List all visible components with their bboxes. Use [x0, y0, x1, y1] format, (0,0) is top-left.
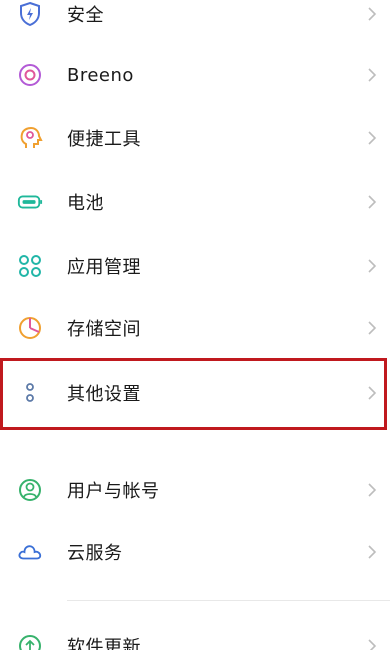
chevron-right-icon — [366, 481, 378, 499]
settings-item-label: 存储空间 — [67, 319, 141, 340]
chevron-right-icon — [366, 384, 378, 402]
settings-item-label: Breeno — [67, 64, 134, 86]
head-tools-icon — [17, 125, 43, 151]
settings-item-label: 便捷工具 — [67, 129, 141, 150]
chevron-right-icon — [366, 257, 378, 275]
settings-item-other[interactable]: 其他设置 — [0, 365, 390, 421]
settings-item-label: 软件更新 — [67, 637, 141, 650]
battery-icon — [17, 189, 43, 215]
app-grid-icon — [17, 253, 43, 279]
user-account-icon — [17, 477, 43, 503]
chevron-right-icon — [366, 637, 378, 650]
chevron-right-icon — [366, 129, 378, 147]
settings-item-label: 其他设置 — [67, 384, 141, 405]
cloud-icon — [17, 539, 43, 565]
breeno-ring-icon — [17, 62, 43, 88]
chevron-right-icon — [366, 319, 378, 337]
settings-screen: 安全 Breeno 便捷工具 电池 应用管理 存储空间 其他设置 用户与帐号 云… — [0, 0, 390, 650]
settings-item-cloud[interactable]: 云服务 — [0, 524, 390, 580]
settings-item-label: 云服务 — [67, 543, 123, 564]
settings-item-label: 用户与帐号 — [67, 481, 160, 502]
settings-item-security[interactable]: 安全 — [0, 0, 390, 42]
more-dots-icon — [17, 380, 43, 406]
chevron-right-icon — [366, 5, 378, 23]
update-arrow-icon — [17, 633, 43, 650]
settings-item-label: 安全 — [67, 5, 104, 26]
section-divider — [67, 600, 390, 601]
pie-storage-icon — [17, 315, 43, 341]
chevron-right-icon — [366, 543, 378, 561]
settings-item-battery[interactable]: 电池 — [0, 174, 390, 230]
chevron-right-icon — [366, 66, 378, 84]
chevron-right-icon — [366, 193, 378, 211]
shield-bolt-icon — [17, 1, 43, 27]
settings-item-app-management[interactable]: 应用管理 — [0, 238, 390, 294]
settings-item-software-update[interactable]: 软件更新 — [0, 618, 390, 650]
settings-item-label: 电池 — [67, 193, 104, 214]
settings-item-tools[interactable]: 便捷工具 — [0, 110, 390, 166]
settings-item-label: 应用管理 — [67, 257, 141, 278]
settings-item-breeno[interactable]: Breeno — [0, 47, 390, 103]
settings-item-storage[interactable]: 存储空间 — [0, 300, 390, 356]
settings-item-user-account[interactable]: 用户与帐号 — [0, 462, 390, 518]
